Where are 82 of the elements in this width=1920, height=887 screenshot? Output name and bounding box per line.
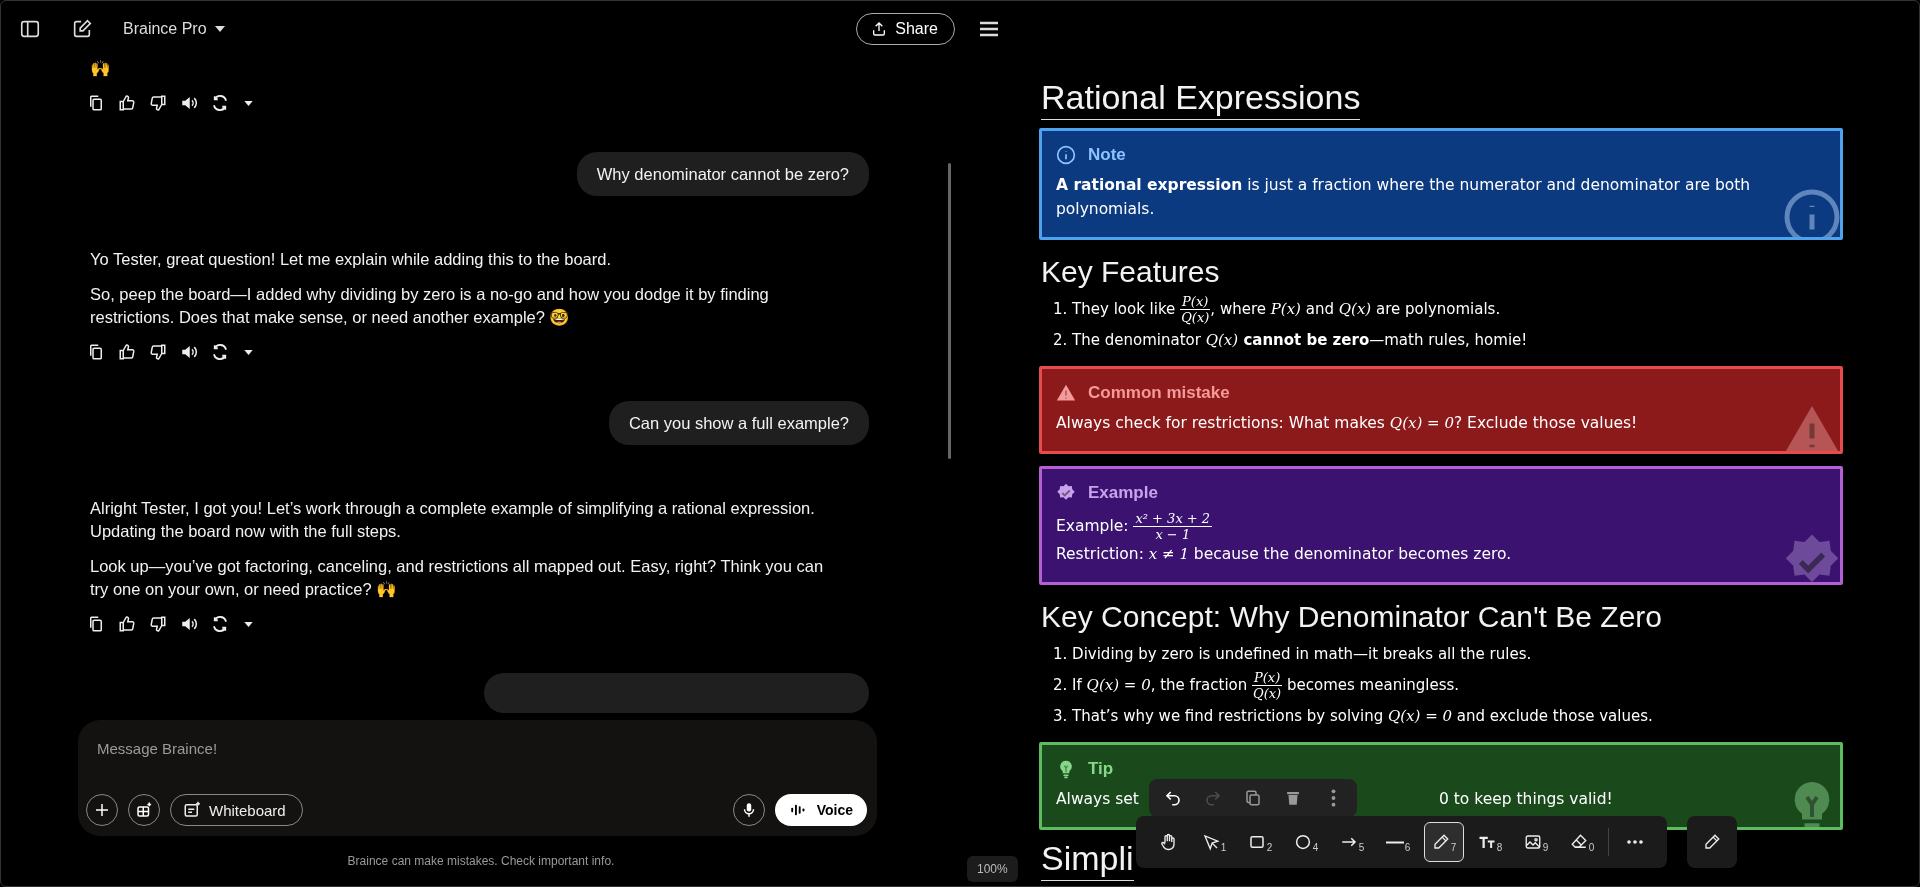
callout-text: 0 to keep things valid!: [1438, 789, 1613, 810]
callout-title: Note: [1088, 145, 1126, 165]
speaker-icon[interactable]: [180, 615, 198, 633]
ellipse-tool[interactable]: 4: [1286, 822, 1326, 862]
zoom-level[interactable]: 100%: [967, 856, 1018, 882]
callout-text: A rational expression is just a fraction where the numerator and denominator are both polynomials.: [1056, 175, 1752, 220]
thumbs-down-icon[interactable]: [149, 94, 167, 112]
pointer-tool[interactable]: 1: [1194, 822, 1234, 862]
refresh-icon[interactable]: [211, 615, 229, 633]
line-tool[interactable]: 6: [1378, 822, 1418, 862]
eraser-tool[interactable]: 0: [1562, 822, 1602, 862]
rectangle-tool[interactable]: 2: [1240, 822, 1280, 862]
redo-icon: [1203, 789, 1223, 807]
callout-title: Tip: [1088, 759, 1114, 779]
rectangle-icon: [1247, 833, 1266, 851]
caret-icon[interactable]: [244, 621, 253, 627]
callout-title: Example: [1088, 483, 1158, 503]
more-icon: [1627, 840, 1643, 844]
add-widget-icon: [135, 801, 153, 819]
thumbs-down-icon[interactable]: [149, 615, 167, 633]
refresh-icon[interactable]: [211, 94, 229, 112]
callout-title: Common mistake: [1088, 383, 1230, 403]
user-message: Can you show a full example?: [608, 401, 869, 445]
thumbs-up-icon[interactable]: [118, 615, 136, 633]
arrow-tool[interactable]: 5: [1332, 822, 1372, 862]
refresh-icon[interactable]: [211, 343, 229, 361]
callout-text: Restriction: x ≠ 1 because the denominator becomes zero.: [1056, 544, 1512, 565]
text-tool[interactable]: 8: [1470, 822, 1510, 862]
board-heading: Key Concept: Why Denominator Can't Be Zero: [1041, 599, 1663, 635]
caret-icon[interactable]: [244, 349, 253, 355]
copy-icon[interactable]: [87, 343, 105, 361]
pencil-tool[interactable]: 7: [1424, 822, 1464, 862]
caret-icon: [214, 26, 225, 32]
pencil-button[interactable]: [1687, 816, 1737, 868]
more-icon: [1330, 789, 1336, 807]
thumbs-down-icon[interactable]: [149, 343, 167, 361]
model-selector[interactable]: Braince Pro: [123, 20, 225, 38]
copy-icon[interactable]: [87, 615, 105, 633]
board-title: Simpli: [1041, 838, 1134, 881]
thumbs-up-icon[interactable]: [118, 94, 136, 112]
eraser-icon: [1569, 833, 1588, 851]
info-icon: [1782, 187, 1840, 237]
copy-icon: [1243, 789, 1263, 807]
board-heading: Key Features: [1041, 254, 1221, 290]
sidebar-toggle-icon[interactable]: [19, 18, 41, 40]
share-icon: [871, 21, 888, 37]
caret-icon[interactable]: [244, 100, 253, 106]
voice-button[interactable]: Voice: [774, 794, 867, 826]
speaker-icon[interactable]: [180, 343, 198, 361]
pointer-icon: [1201, 833, 1220, 851]
user-message: Why denominator cannot be zero?: [576, 152, 869, 196]
callout-text: Always set: [1056, 789, 1139, 810]
whiteboard-icon: [183, 801, 201, 819]
list-item: 1. Dividing by zero is undefined in math—it breaks all the rules.: [1053, 644, 1533, 665]
list-item: 3. That’s why we find restrictions by solving Q(x) = 0 and exclude those values.: [1053, 706, 1654, 727]
warning-icon: [1056, 383, 1076, 403]
assistant-message: Alright Tester, I got you! Let’s work through a complete example of simplifying a rational expression. Updating the board now with the full steps.: [90, 498, 816, 542]
pencil-icon: [1703, 833, 1721, 851]
assistant-message: So, peep the board—I added why dividing by zero is a no-go and how you dodge it by finding restrictions. Does that make sense, or need another example? 🤓: [90, 284, 770, 328]
assistant-message: 🙌: [90, 58, 112, 79]
image-tool[interactable]: 9: [1516, 822, 1556, 862]
list-item: 2. The denominator Q(x) cannot be zero—math rules, homie!: [1053, 330, 1529, 351]
info-icon: [1056, 145, 1076, 165]
disclaimer-text: Braince can make mistakes. Check important info.: [346, 853, 616, 870]
copy-icon[interactable]: [87, 94, 105, 112]
message-input[interactable]: Message Braince!: [86, 720, 507, 757]
share-button[interactable]: Share: [856, 13, 955, 45]
assistant-message: Yo Tester, great question! Let me explain while adding this to the board.: [90, 249, 612, 270]
undo-icon: [1163, 789, 1183, 807]
line-icon: [1385, 840, 1404, 844]
image-icon: [1523, 833, 1542, 851]
plus-icon: [93, 801, 111, 819]
thumbs-up-icon[interactable]: [118, 343, 136, 361]
assistant-message: Look up—you’ve got factoring, canceling, and restrictions all mapped out. Easy, right? Think you can try one on your own, or need practice? 🙌: [90, 556, 825, 600]
hand-icon: [1159, 833, 1177, 851]
new-chat-icon[interactable]: [71, 18, 93, 40]
callout-text: Always check for restrictions: What makes Q(x) = 0? Exclude those values!: [1056, 413, 1638, 434]
board-title: Rational Expressions: [1041, 77, 1361, 120]
speaker-icon[interactable]: [180, 94, 198, 112]
scrollbar-thumb[interactable]: [948, 163, 951, 459]
pencil-icon: [1431, 833, 1450, 851]
circle-icon: [1293, 833, 1312, 851]
